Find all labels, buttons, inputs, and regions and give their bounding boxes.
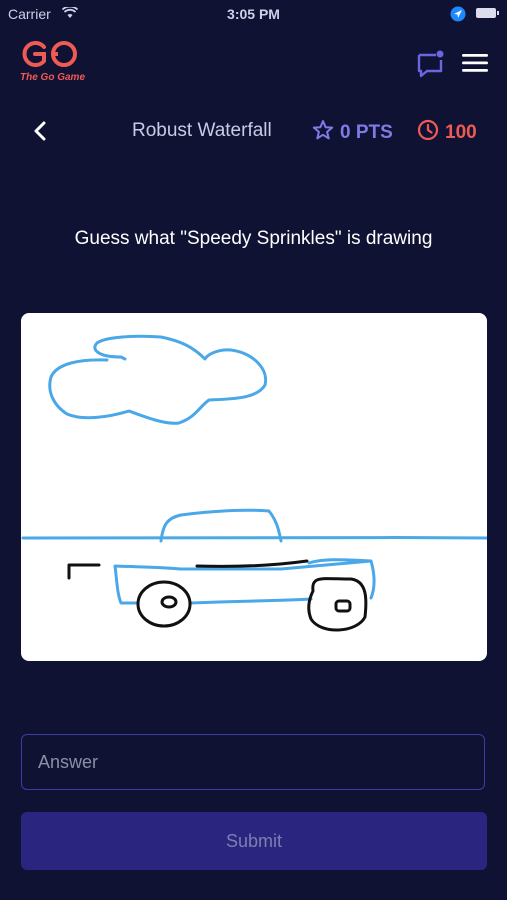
chat-icon[interactable] [416, 50, 444, 78]
clock-icon [417, 119, 439, 147]
submit-button[interactable]: Submit [21, 812, 487, 870]
battery-icon [476, 8, 499, 18]
drawing-canvas [21, 313, 487, 661]
points-value: 0 PTS [340, 122, 393, 143]
drawing-wheel-rear [307, 577, 368, 632]
drawing-truck [21, 508, 487, 605]
drawing-prompt: Guess what "Speedy Sprinkles" is drawing [74, 228, 433, 249]
clock-time: 3:05 PM [227, 6, 280, 22]
answer-input[interactable] [21, 734, 485, 790]
location-icon [450, 6, 466, 25]
status-bar: Carrier 3:05 PM [0, 0, 507, 28]
drawing-cloud [48, 334, 268, 425]
drawing-wheel-front [136, 580, 192, 628]
timer-display: 100 [417, 119, 477, 147]
game-name: Robust Waterfall [132, 120, 272, 141]
logo-text: The Go Game [20, 72, 86, 83]
star-icon [312, 119, 334, 147]
hamburger-menu-icon[interactable] [460, 52, 490, 74]
points-display: 0 PTS [312, 119, 393, 147]
timer-value: 100 [445, 122, 477, 143]
chevron-left-icon[interactable] [28, 118, 54, 144]
